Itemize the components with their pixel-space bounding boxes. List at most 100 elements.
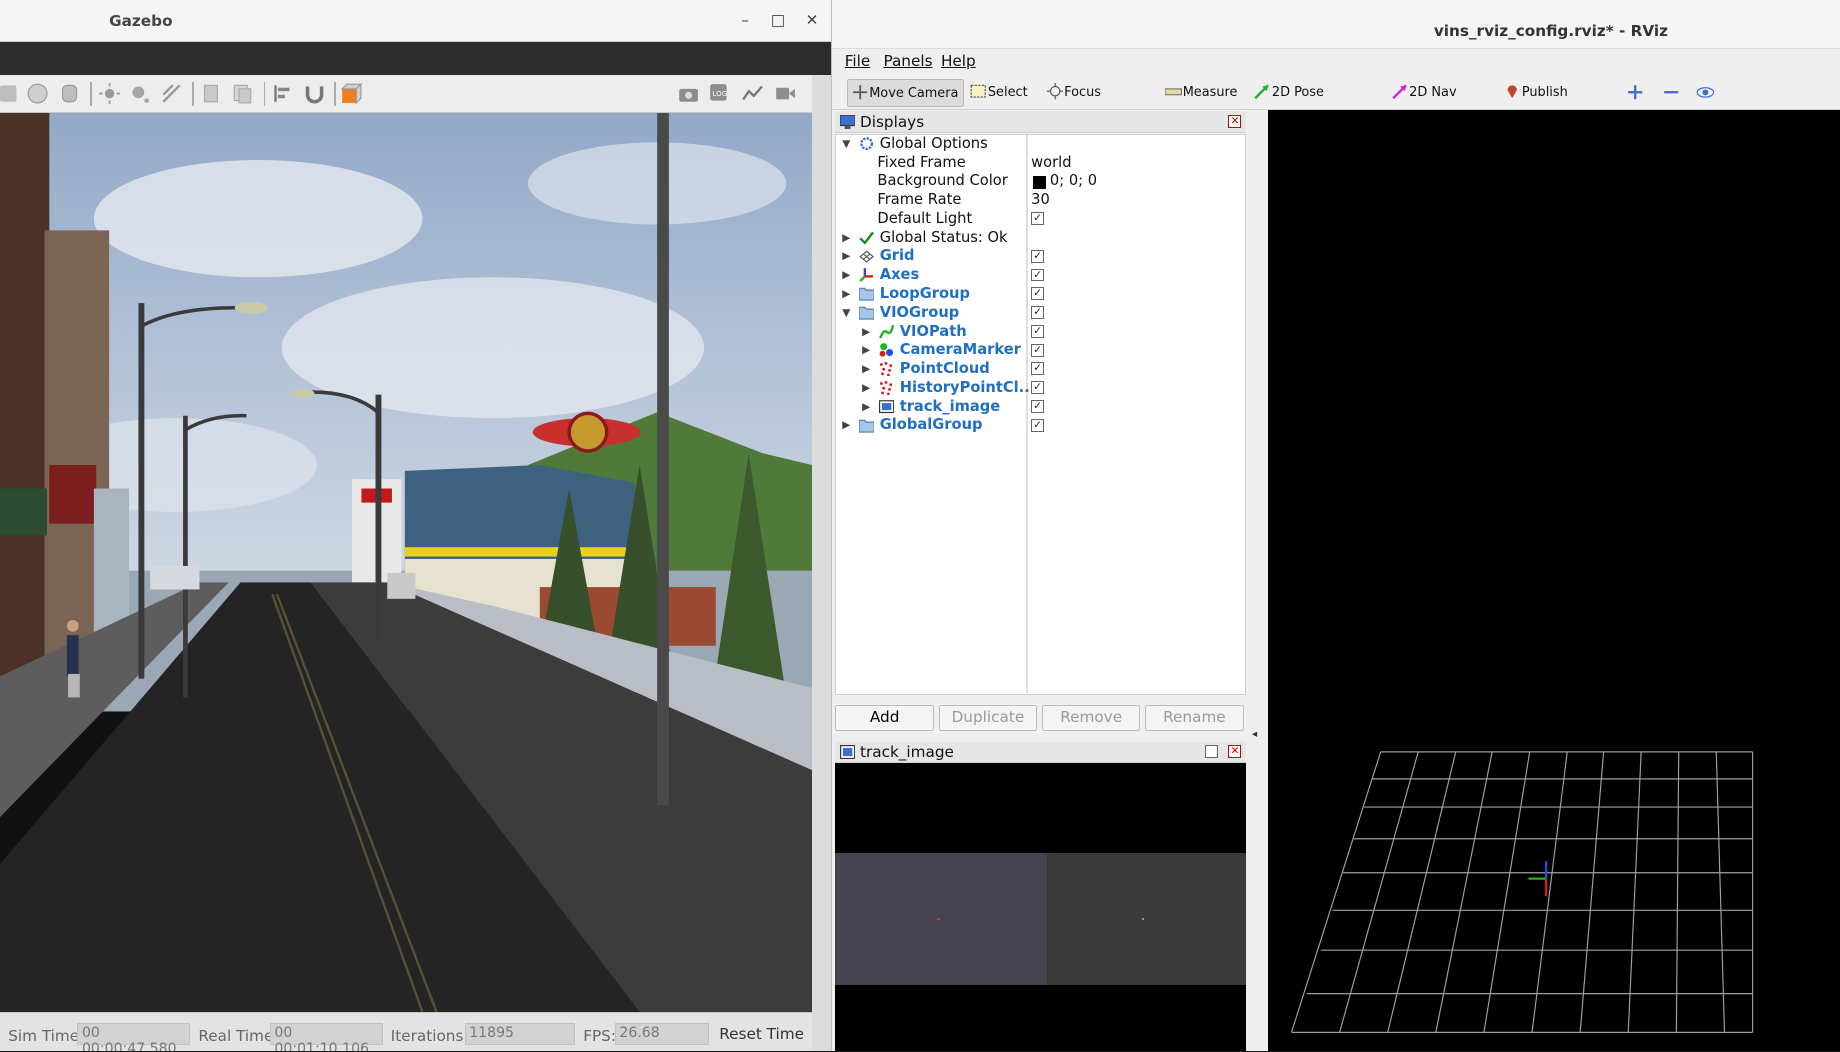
collapsed-arrow-icon[interactable]: ▶ <box>842 247 854 266</box>
track-image-panel: track_image ✕ <box>835 741 1247 1052</box>
tree-row-grid[interactable]: ▶ Grid ✓ <box>836 247 1244 266</box>
iterations-label: Iterations: <box>390 1026 469 1045</box>
tree-row-vio-path[interactable]: ▶ VIOPath ✓ <box>836 323 1244 342</box>
rviz-window: vins_rviz_config.rviz* - RViz File Panel… <box>830 0 1840 1052</box>
tree-row-global-options[interactable]: ▼ Global Options <box>836 135 1244 154</box>
magnet-snap-icon[interactable] <box>304 83 325 104</box>
spot-light-icon[interactable] <box>161 83 182 104</box>
nav-goal-tool[interactable]: 2D Nav Goal <box>1388 79 1484 128</box>
displays-close-icon[interactable]: ✕ <box>1228 114 1242 128</box>
paste-icon[interactable] <box>232 83 253 104</box>
collapsed-arrow-icon[interactable]: ▶ <box>862 398 874 417</box>
sun-light-icon[interactable] <box>98 83 120 105</box>
screenshot-icon[interactable] <box>678 83 699 104</box>
undock-icon[interactable] <box>1204 745 1218 759</box>
reset-time-button[interactable]: Reset Time <box>716 1020 808 1048</box>
select-tool[interactable]: Select <box>967 79 1037 107</box>
tree-row-vio-group[interactable]: ▼ VIOGroup ✓ <box>836 304 1244 323</box>
vio-path-checkbox[interactable]: ✓ <box>1031 324 1045 338</box>
rename-display-button[interactable]: Rename <box>1145 705 1244 732</box>
move-camera-tool[interactable]: Move Camera <box>847 78 965 107</box>
gear-icon <box>859 137 873 150</box>
publish-point-tool[interactable]: Publish Point <box>1501 79 1597 128</box>
plot-icon[interactable] <box>741 83 763 104</box>
collapsed-arrow-icon[interactable]: ▶ <box>862 360 874 379</box>
tree-row-fixed-frame[interactable]: Fixed Frame world <box>836 154 1244 173</box>
tree-row-background-color[interactable]: Background Color 0; 0; 0 <box>836 172 1244 191</box>
track-image-checkbox[interactable]: ✓ <box>1031 399 1045 413</box>
menu-help[interactable]: Help <box>941 52 976 70</box>
loop-group-label: LoopGroup <box>879 284 970 302</box>
panel-splitter[interactable]: ◂ <box>1246 110 1269 1052</box>
remove-display-button[interactable]: Remove <box>1041 705 1141 732</box>
gazebo-menu-band <box>0 42 831 76</box>
collapsed-arrow-icon[interactable]: ▶ <box>862 341 874 360</box>
tree-row-default-light[interactable]: Default Light ✓ <box>836 210 1244 229</box>
camera-marker-checkbox[interactable]: ✓ <box>1031 343 1045 357</box>
tree-row-axes[interactable]: ▶ Axes ✓ <box>836 266 1244 285</box>
tool-properties-eye-icon[interactable] <box>1696 83 1715 102</box>
point-light-icon[interactable] <box>129 83 150 104</box>
collapse-arrow-icon[interactable]: ◂ <box>1252 728 1257 740</box>
focus-camera-tool[interactable]: Focus Camera <box>1043 79 1149 128</box>
view-angle-icon[interactable] <box>341 83 363 105</box>
duplicate-display-button[interactable]: Duplicate <box>938 705 1038 732</box>
rviz-3d-view[interactable] <box>1268 110 1840 1052</box>
tree-row-loop-group[interactable]: ▶ LoopGroup ✓ <box>836 285 1244 304</box>
pose-estimate-tool[interactable]: 2D Pose Estimate <box>1251 79 1368 128</box>
record-video-icon[interactable] <box>775 83 796 104</box>
collapsed-arrow-icon[interactable]: ▶ <box>862 323 874 342</box>
menu-panels[interactable]: Panels <box>883 52 932 70</box>
minimize-button[interactable]: – <box>733 9 756 32</box>
tree-row-point-cloud[interactable]: ▶ PointCloud ✓ <box>836 360 1244 379</box>
history-point-cloud-checkbox[interactable]: ✓ <box>1031 381 1045 395</box>
grid-checkbox[interactable]: ✓ <box>1031 249 1045 263</box>
gazebo-right-panel-handle[interactable] <box>812 75 831 1052</box>
camera-image-left <box>835 853 1047 985</box>
tree-row-global-status[interactable]: ▶ Global Status: Ok <box>836 229 1244 248</box>
global-group-checkbox[interactable]: ✓ <box>1031 418 1045 432</box>
add-display-button[interactable]: Add <box>835 705 934 732</box>
vio-path-label: VIOPath <box>899 322 967 340</box>
toolbar-separator <box>264 82 266 106</box>
box-icon[interactable] <box>0 83 21 104</box>
tree-row-history-point-cloud[interactable]: ▶ HistoryPointCl... ✓ <box>836 379 1244 398</box>
tree-row-global-group[interactable]: ▶ GlobalGroup ✓ <box>836 416 1244 435</box>
tree-row-track-image[interactable]: ▶ track_image ✓ <box>836 398 1244 417</box>
cylinder-icon[interactable] <box>59 83 80 104</box>
log-icon[interactable]: LOG <box>709 83 730 104</box>
copy-icon[interactable] <box>201 83 222 104</box>
tree-row-camera-marker[interactable]: ▶ CameraMarker ✓ <box>836 341 1244 360</box>
tree-row-frame-rate[interactable]: Frame Rate 30 <box>836 191 1244 210</box>
add-tool-plus-icon[interactable] <box>1627 84 1643 100</box>
gazebo-3d-viewport[interactable] <box>0 112 813 1012</box>
frame-rate-value[interactable]: 30 <box>1031 191 1050 208</box>
collapsed-arrow-icon[interactable]: ▶ <box>842 266 854 285</box>
align-icon[interactable] <box>272 83 293 104</box>
vio-group-checkbox[interactable]: ✓ <box>1031 306 1045 319</box>
collapsed-arrow-icon[interactable]: ▶ <box>842 416 854 435</box>
folder-icon <box>858 287 874 301</box>
gazebo-title-bar: Gazebo – □ ✕ <box>0 0 831 43</box>
fixed-frame-value[interactable]: world <box>1031 154 1071 171</box>
collapsed-arrow-icon[interactable]: ▶ <box>862 379 874 398</box>
displays-title: Displays <box>859 112 925 131</box>
loop-group-checkbox[interactable]: ✓ <box>1031 287 1045 301</box>
collapsed-arrow-icon[interactable]: ▶ <box>842 229 854 248</box>
iterations-value: 11895 <box>464 1023 575 1046</box>
measure-tool[interactable]: Measure <box>1162 79 1242 107</box>
menu-file[interactable]: File <box>845 52 871 70</box>
remove-tool-minus-icon[interactable] <box>1663 84 1679 100</box>
expanded-arrow-icon[interactable]: ▼ <box>842 135 854 154</box>
point-cloud-checkbox[interactable]: ✓ <box>1031 362 1045 376</box>
axes-checkbox[interactable]: ✓ <box>1031 268 1045 282</box>
maximize-button[interactable]: □ <box>766 9 789 32</box>
track-image-close-icon[interactable]: ✕ <box>1228 745 1242 759</box>
background-color-value[interactable]: 0; 0; 0 <box>1031 172 1097 189</box>
collapsed-arrow-icon[interactable]: ▶ <box>842 285 854 304</box>
default-light-checkbox[interactable]: ✓ <box>1031 212 1045 226</box>
sphere-icon[interactable] <box>27 83 48 104</box>
close-button[interactable]: ✕ <box>800 9 823 32</box>
map-pin-icon <box>1507 85 1518 99</box>
expanded-arrow-icon[interactable]: ▼ <box>842 304 854 323</box>
